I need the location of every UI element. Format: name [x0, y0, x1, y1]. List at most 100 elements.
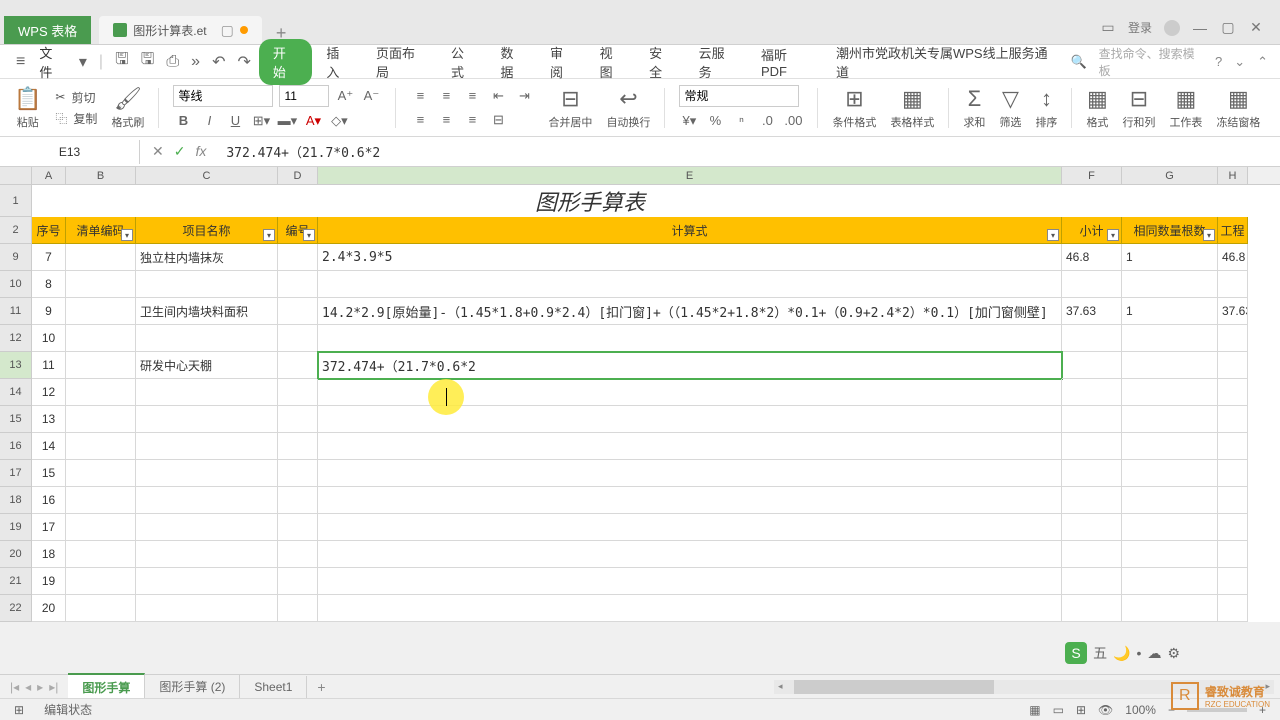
cell-eng[interactable]	[1218, 541, 1248, 568]
redo-icon[interactable]: ↷	[233, 48, 254, 76]
cell-name[interactable]: 研发中心天棚	[136, 352, 278, 379]
cell-listcode[interactable]	[66, 379, 136, 406]
cell-subtotal[interactable]	[1062, 271, 1122, 298]
filter-icon[interactable]: ▾	[1203, 229, 1215, 241]
name-box[interactable]: E13	[0, 140, 140, 164]
auto-wrap-button[interactable]: ↩ 自动换行	[606, 86, 650, 130]
cell-name[interactable]: 卫生间内墙块料面积	[136, 298, 278, 325]
cell-name[interactable]	[136, 433, 278, 460]
hamburger-icon[interactable]: ≡	[12, 49, 29, 75]
save-as-icon[interactable]: 🖫	[137, 44, 159, 79]
help-icon[interactable]: ?	[1215, 54, 1222, 69]
cell-subtotal[interactable]	[1062, 460, 1122, 487]
view-page-icon[interactable]: ▭	[1053, 703, 1064, 717]
copy-icon[interactable]: ⿻	[55, 110, 67, 127]
cell-eng[interactable]	[1218, 514, 1248, 541]
align-top-icon[interactable]: ≡	[410, 86, 430, 106]
scroll-left-icon[interactable]: ◂	[778, 681, 783, 692]
zoom-label[interactable]: 100%	[1125, 703, 1156, 717]
cell-subtotal[interactable]	[1062, 541, 1122, 568]
cell-listcode[interactable]	[66, 433, 136, 460]
italic-button[interactable]: I	[199, 111, 219, 131]
cell-name[interactable]	[136, 487, 278, 514]
cell-eng[interactable]	[1218, 406, 1248, 433]
row-header[interactable]: 13	[0, 352, 32, 379]
tab-data[interactable]: 数据	[491, 39, 537, 85]
freeze-button[interactable]: ▦冻结窗格	[1216, 86, 1260, 130]
align-left-icon[interactable]: ≡	[410, 110, 430, 130]
row-header[interactable]: 19	[0, 514, 32, 541]
search-hint[interactable]: 查找命令、搜索模板	[1099, 45, 1203, 79]
cell-calc[interactable]	[318, 487, 1062, 514]
cell-name[interactable]	[136, 514, 278, 541]
cell-seq[interactable]: 15	[32, 460, 66, 487]
cut-icon[interactable]: ✂	[55, 90, 65, 104]
row-header[interactable]: 9	[0, 244, 32, 271]
cell-qty[interactable]	[1122, 541, 1218, 568]
tab-formula[interactable]: 公式	[441, 39, 487, 85]
cell-eng[interactable]	[1218, 568, 1248, 595]
cell-subtotal[interactable]	[1062, 595, 1122, 622]
table-style-button[interactable]: ▦表格样式	[890, 86, 934, 130]
indent-left-icon[interactable]: ⇤	[488, 86, 508, 106]
cell-name[interactable]	[136, 406, 278, 433]
row-header[interactable]: 2	[0, 217, 32, 244]
copy-label[interactable]: 复制	[73, 110, 97, 127]
cell-listcode[interactable]	[66, 406, 136, 433]
percent-icon[interactable]: %	[705, 111, 725, 131]
cell-code[interactable]	[278, 541, 318, 568]
cell-listcode[interactable]	[66, 541, 136, 568]
search-icon[interactable]: 🔍	[1070, 54, 1086, 70]
cancel-edit-icon[interactable]: ✕	[152, 143, 164, 160]
cell-listcode[interactable]	[66, 595, 136, 622]
cell-code[interactable]	[278, 460, 318, 487]
cell-subtotal[interactable]	[1062, 433, 1122, 460]
row-header[interactable]: 10	[0, 271, 32, 298]
merge-center-button[interactable]: ⊟ 合并居中	[548, 86, 592, 130]
cell-calc[interactable]: 14.2*2.9[原始量]-（1.45*1.8+0.9*2.4）[扣门窗]+（（…	[318, 298, 1062, 325]
cell-eng[interactable]	[1218, 460, 1248, 487]
cell-subtotal[interactable]: 37.63	[1062, 298, 1122, 325]
confirm-edit-icon[interactable]: ✓	[174, 143, 186, 160]
cell-calc[interactable]	[318, 568, 1062, 595]
rowcol-button[interactable]: ⊟行和列	[1122, 86, 1155, 130]
cut-label[interactable]: 剪切	[71, 89, 95, 106]
format-painter[interactable]: 🖌 格式刷	[111, 86, 144, 130]
hdr-subtotal[interactable]: 小计▾	[1062, 217, 1122, 244]
cell-listcode[interactable]	[66, 487, 136, 514]
align-bottom-icon[interactable]: ≡	[462, 86, 482, 106]
cell-code[interactable]	[278, 406, 318, 433]
cell-qty[interactable]	[1122, 487, 1218, 514]
view-custom-icon[interactable]: ⊞	[1076, 703, 1086, 717]
cell-qty[interactable]: 1	[1122, 298, 1218, 325]
row-header[interactable]: 11	[0, 298, 32, 325]
sheet-tab-1[interactable]: 图形手算	[68, 673, 145, 700]
close-button[interactable]: ✕	[1248, 20, 1264, 36]
panel-icon[interactable]: ▭	[1100, 20, 1116, 36]
indent-right-icon[interactable]: ⇥	[514, 86, 534, 106]
cell-seq[interactable]: 8	[32, 271, 66, 298]
cell-qty[interactable]	[1122, 460, 1218, 487]
cell-eng[interactable]: 46.8	[1218, 244, 1248, 271]
row-header[interactable]: 12	[0, 325, 32, 352]
tab-foxit-pdf[interactable]: 福昕PDF	[751, 41, 822, 83]
tab-page-layout[interactable]: 页面布局	[366, 39, 437, 85]
cell-seq[interactable]: 17	[32, 514, 66, 541]
row-header[interactable]: 18	[0, 487, 32, 514]
row-header[interactable]: 15	[0, 406, 32, 433]
border-button[interactable]: ⊞▾	[251, 111, 271, 131]
sheet-nav-next-icon[interactable]: ▸	[37, 680, 43, 694]
scroll-thumb[interactable]	[794, 680, 994, 694]
cell-code[interactable]	[278, 568, 318, 595]
avatar-icon[interactable]	[1164, 20, 1180, 36]
align-center-icon[interactable]: ≡	[436, 110, 456, 130]
comma-icon[interactable]: ⁿ	[731, 111, 751, 131]
cell-qty[interactable]	[1122, 352, 1218, 379]
cell-code[interactable]	[278, 271, 318, 298]
save-icon[interactable]: 🖫	[111, 44, 133, 79]
cell-eng[interactable]	[1218, 487, 1248, 514]
cell-name[interactable]	[136, 379, 278, 406]
cell-eng[interactable]	[1218, 325, 1248, 352]
cell-seq[interactable]: 10	[32, 325, 66, 352]
filter-icon[interactable]: ▾	[1047, 229, 1059, 241]
